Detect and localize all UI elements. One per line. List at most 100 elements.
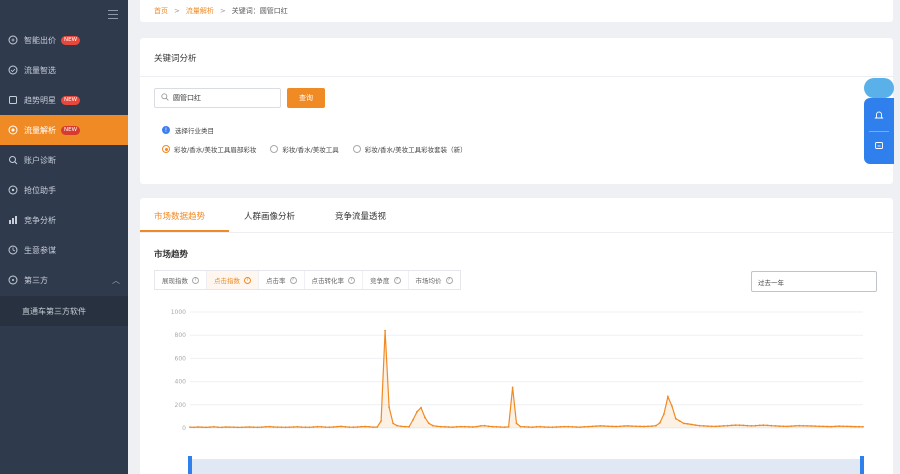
cloud-icon[interactable] [864,78,894,98]
data-point[interactable] [702,425,705,427]
data-point[interactable] [714,425,717,428]
sidebar-item-traffic-analysis[interactable]: 流量解析 NEW [0,115,128,145]
data-point[interactable] [738,424,741,427]
data-point[interactable] [296,425,299,428]
data-point[interactable] [790,425,793,427]
data-point[interactable] [698,424,701,427]
data-point[interactable] [786,425,789,428]
data-point[interactable] [531,426,534,428]
data-point[interactable] [193,426,195,429]
data-point[interactable] [846,425,848,428]
data-point[interactable] [563,425,566,428]
data-point[interactable] [571,425,574,428]
data-point[interactable] [344,425,347,428]
data-point[interactable] [682,422,685,425]
data-point[interactable] [858,425,860,428]
data-point[interactable] [623,425,625,427]
data-point[interactable] [479,425,482,427]
data-point[interactable] [519,425,522,428]
help-icon[interactable]: ? [393,276,401,284]
data-point[interactable] [826,425,829,428]
data-point[interactable] [256,426,259,429]
metric-avg-price[interactable]: 市场均价? [409,271,460,289]
data-point[interactable] [348,426,351,428]
data-point[interactable] [440,425,442,428]
data-point[interactable] [336,425,339,428]
data-point[interactable] [288,426,291,428]
bell-icon[interactable] [873,109,885,121]
data-point[interactable] [499,426,502,428]
data-point[interactable] [555,426,558,428]
data-point[interactable] [830,425,832,428]
data-point[interactable] [591,425,594,428]
data-point[interactable] [328,426,331,429]
data-point[interactable] [838,425,840,427]
tab-audience-profile[interactable]: 人群画像分析 [244,210,295,222]
data-point[interactable] [710,425,713,428]
help-icon[interactable]: ? [244,276,251,284]
data-point[interactable] [599,425,602,427]
help-icon[interactable]: ? [192,276,199,284]
data-point[interactable] [762,424,765,427]
data-point[interactable] [706,425,709,427]
data-point[interactable] [404,425,406,428]
data-point[interactable] [248,426,251,428]
menu-collapse-icon[interactable] [108,10,118,19]
sidebar-item-rank-assistant[interactable]: 抢位助手 [0,175,128,205]
sidebar-item-business-advisor[interactable]: 生意参谋 [0,235,128,265]
data-point[interactable] [400,425,402,428]
data-point[interactable] [627,425,629,427]
data-point[interactable] [312,426,315,428]
sidebar-subitem-third-party-software[interactable]: 直通车第三方软件 [0,296,128,326]
data-point[interactable] [734,424,737,426]
data-point[interactable] [730,424,733,427]
data-point[interactable] [527,426,530,428]
chat-icon[interactable] [873,140,885,152]
data-point[interactable] [651,425,653,427]
data-point[interactable] [420,406,422,409]
data-point[interactable] [663,413,665,415]
keyword-search-box[interactable] [154,88,281,108]
category-radio-option[interactable]: 彩妆/香水/美妆工具 [270,144,339,154]
data-point[interactable] [495,425,498,428]
data-point[interactable] [424,416,426,419]
time-range-select[interactable]: 过去一年 [751,271,877,292]
data-point[interactable] [671,405,673,407]
data-point[interactable] [814,425,817,427]
data-point[interactable] [607,425,609,428]
metric-conversion-rate[interactable]: 点击转化率? [305,271,363,289]
data-point[interactable] [252,426,255,429]
data-point[interactable] [523,425,526,428]
category-radio-option[interactable]: 彩妆/香水/美妆工具眉部彩妆 [162,144,256,154]
data-point[interactable] [451,426,454,428]
sidebar-item-competition[interactable]: 竞争分析 [0,205,128,235]
data-point[interactable] [754,424,757,427]
data-point[interactable] [213,425,215,428]
data-point[interactable] [794,425,797,427]
data-point[interactable] [392,422,394,425]
slider-handle-left[interactable] [188,456,192,474]
data-point[interactable] [587,425,590,428]
data-point[interactable] [694,424,697,426]
data-point[interactable] [332,426,335,428]
data-point[interactable] [615,425,617,428]
data-point[interactable] [376,426,379,428]
data-point[interactable] [240,426,243,429]
data-point[interactable] [272,426,275,428]
data-point[interactable] [189,426,191,428]
data-point[interactable] [432,424,434,427]
help-icon[interactable]: ? [348,276,355,284]
category-radio-option[interactable]: 彩妆/香水/美妆工具彩妆套装（新） [352,144,467,154]
data-point[interactable] [659,421,661,424]
keyword-search-input[interactable] [173,94,273,102]
slider-handle-right[interactable] [860,456,864,474]
data-point[interactable] [667,395,669,398]
data-point[interactable] [635,425,637,428]
data-point[interactable] [539,425,542,428]
data-point[interactable] [503,426,506,428]
data-point[interactable] [579,426,582,428]
sidebar-item-traffic-select[interactable]: 流量智选 [0,55,128,85]
data-point[interactable] [543,426,546,428]
data-point[interactable] [300,426,303,428]
data-point[interactable] [236,426,239,429]
